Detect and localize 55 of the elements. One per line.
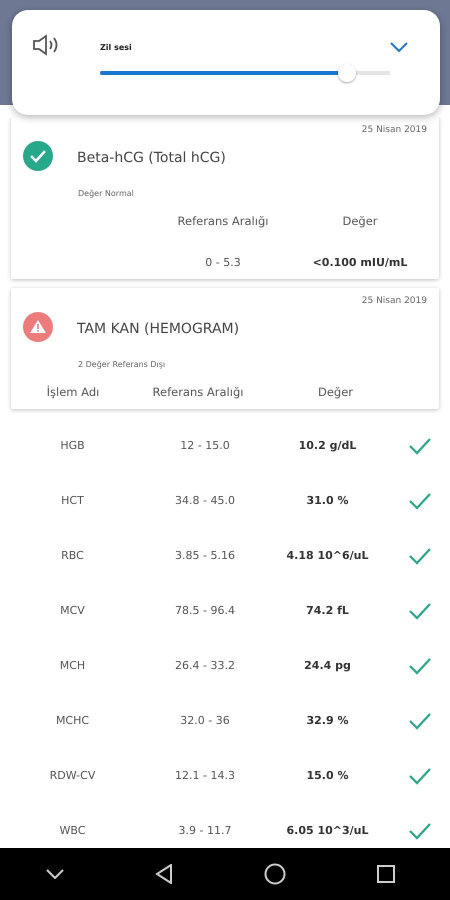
speaker-icon[interactable] bbox=[32, 34, 60, 56]
range-cell-text: 32.0 - 36 bbox=[179, 714, 231, 727]
test-name-cell-text: HCT bbox=[60, 494, 85, 507]
volume-label: Zil sesi bbox=[100, 43, 133, 52]
check-icon bbox=[408, 712, 432, 730]
value-cell-text: 32.9 % bbox=[306, 714, 350, 727]
column-header: İşlem Adı bbox=[46, 385, 100, 399]
range-cell-text: 12 - 15.0 bbox=[179, 439, 231, 452]
result-summary: Değer Normal bbox=[78, 189, 135, 198]
test-name-cell-text: MCH bbox=[58, 659, 86, 672]
value-cell-text: 24.4 pg bbox=[303, 659, 352, 672]
column-header: Referans Aralığı bbox=[176, 214, 270, 228]
value-cell-text: 4.18 10^6/uL bbox=[285, 549, 370, 562]
value-cell-text: 31.0 % bbox=[306, 494, 350, 507]
result-card[interactable]: 25 Nisan 2019 Beta-hCG (Total hCG) Değer Normal Referans Aralığı Değer 0 - 5.3 <0.100 mIU/mL bbox=[11, 117, 439, 279]
test-name-cell-text: RDW-CV bbox=[48, 769, 96, 782]
test-name-cell-text: MCV bbox=[59, 604, 86, 617]
result-date: 25 Nisan 2019 bbox=[362, 296, 427, 306]
range-cell-text: 78.5 - 96.4 bbox=[174, 604, 236, 617]
range-cell-text: 3.9 - 11.7 bbox=[178, 824, 232, 837]
check-icon bbox=[408, 656, 432, 674]
recents-icon[interactable] bbox=[376, 865, 394, 883]
range-cell-text: 12.1 - 14.3 bbox=[174, 769, 236, 782]
column-header: Değer bbox=[341, 214, 379, 228]
check-icon bbox=[408, 766, 432, 784]
range-cell-text: 34.8 - 45.0 bbox=[174, 494, 236, 507]
test-name-cell-text: HGB bbox=[59, 439, 86, 452]
range-cell-text: 26.4 - 33.2 bbox=[174, 659, 236, 672]
check-circle-icon bbox=[23, 141, 53, 171]
test-title: Beta-hCG (Total hCG) bbox=[77, 150, 226, 166]
test-name-cell-text: WBC bbox=[58, 824, 86, 837]
value-cell-text: <0.100 mIU/mL bbox=[312, 256, 408, 269]
back-icon[interactable] bbox=[154, 864, 172, 884]
value-cell-text: 10.2 g/dL bbox=[298, 439, 358, 452]
check-icon bbox=[408, 602, 432, 620]
range-cell-text: 3.85 - 5.16 bbox=[174, 549, 236, 562]
check-icon bbox=[408, 436, 432, 454]
home-icon[interactable] bbox=[264, 863, 286, 885]
check-icon bbox=[408, 546, 432, 564]
result-summary: 2 Değer Referans Dışı bbox=[78, 360, 166, 369]
value-cell-text: 15.0 % bbox=[306, 769, 350, 782]
column-header: Referans Aralığı bbox=[152, 385, 244, 399]
chevron-down-icon[interactable] bbox=[46, 869, 64, 879]
range-cell-text: 0 - 5.3 bbox=[204, 256, 242, 269]
test-name-cell-text: RBC bbox=[60, 549, 85, 562]
value-cell-text: 6.05 10^3/uL bbox=[285, 824, 370, 837]
result-date: 25 Nisan 2019 bbox=[362, 125, 427, 135]
column-header: Değer bbox=[316, 385, 354, 399]
check-icon bbox=[408, 822, 432, 840]
check-icon bbox=[408, 492, 432, 510]
value-cell-text: 74.2 fL bbox=[305, 604, 350, 617]
warning-icon bbox=[23, 312, 53, 342]
test-name-cell-text: MCHC bbox=[54, 714, 90, 727]
test-title: TAM KAN (HEMOGRAM) bbox=[77, 321, 240, 337]
result-card[interactable]: 25 Nisan 2019 TAM KAN (HEMOGRAM) 2 Değer Referans Dışı İşlem Adı Referans Aralığı Değer bbox=[11, 288, 439, 409]
